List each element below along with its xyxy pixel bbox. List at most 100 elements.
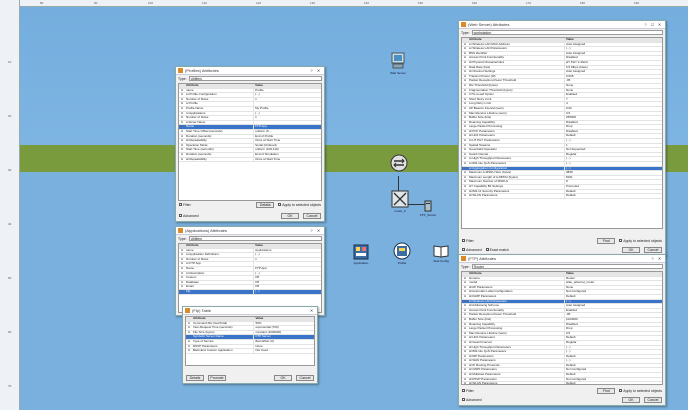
attribute-value[interactable]: Regular bbox=[564, 152, 662, 157]
attribute-value[interactable]: Once at Start Time bbox=[253, 157, 321, 162]
attribute-value[interactable]: HT PHY 2.4GHz bbox=[564, 60, 662, 65]
attribute-value[interactable]: (...) bbox=[253, 271, 321, 276]
attribute-value[interactable]: Disabled bbox=[564, 322, 662, 327]
apply-checkbox[interactable]: Apply to selected objects bbox=[278, 203, 321, 207]
apply-checkbox[interactable]: Apply to selected objects bbox=[619, 389, 662, 393]
dialog-titlebar[interactable]: (Profiles) Attributes ? ✕ bbox=[176, 67, 324, 75]
attribute-value[interactable]: constant (1000000) bbox=[253, 330, 314, 335]
find-button[interactable]: Details bbox=[256, 202, 275, 208]
ok-button[interactable]: OK bbox=[281, 213, 299, 219]
attribute-value[interactable]: Auto Assigned bbox=[564, 70, 662, 74]
attribute-value[interactable]: None bbox=[564, 285, 662, 290]
attribute-grid[interactable]: Attribute Value ⊕ name Applications ⊕ ⊟ Appl… bbox=[178, 243, 322, 313]
advanced-checkbox[interactable]: Advanced bbox=[462, 248, 482, 252]
attribute-value[interactable]: (...) bbox=[564, 345, 662, 350]
attribute-value[interactable]: (...) bbox=[564, 157, 662, 162]
attribute-row[interactable]: ⊕ ⊞ WLAN Parameters Default bbox=[462, 382, 662, 384]
switch-node[interactable] bbox=[388, 154, 410, 175]
close-icon[interactable]: ✕ bbox=[656, 256, 663, 261]
attribute-grid[interactable]: Attribute Value ⊕ Command Mix (Get/Total)… bbox=[185, 316, 315, 366]
attribute-value[interactable]: uniform (5,... bbox=[253, 129, 321, 134]
dialog-titlebar[interactable]: (FTP) Attributes ? ✕ bbox=[459, 255, 665, 263]
attribute-value[interactable]: Not Configured bbox=[564, 377, 662, 382]
router-node[interactable]: router_0 bbox=[389, 190, 411, 213]
attribute-grid[interactable]: Attribute Value ⊕ name Profile ⊕ ⊟ Profile C… bbox=[178, 83, 322, 201]
attribute-value[interactable]: Regular bbox=[564, 340, 662, 345]
attribute-value[interactable]: Router bbox=[564, 276, 662, 281]
attribute-value[interactable]: Not Supported bbox=[564, 148, 662, 152]
ok-button[interactable]: OK bbox=[622, 247, 640, 253]
advanced-checkbox[interactable]: Advanced bbox=[179, 214, 199, 218]
attribute-value[interactable]: 1 bbox=[253, 116, 321, 120]
attribute-value[interactable]: (...) bbox=[564, 162, 662, 166]
attribute-value[interactable]: 0.5 bbox=[564, 331, 662, 336]
maximize-icon[interactable]: ☐ bbox=[649, 22, 656, 27]
help-icon[interactable]: ? bbox=[642, 22, 649, 27]
help-icon[interactable]: ? bbox=[649, 256, 656, 261]
find-button[interactable]: Find bbox=[597, 388, 616, 394]
attribute-value[interactable]: End of Profile bbox=[253, 134, 321, 139]
attribute-value[interactable]: Default bbox=[564, 194, 662, 198]
attribute-value[interactable]: Enabled bbox=[564, 93, 662, 97]
ok-button[interactable]: OK bbox=[274, 375, 292, 381]
application-config-node[interactable]: Application bbox=[352, 244, 370, 265]
attribute-value[interactable]: Default bbox=[564, 189, 662, 194]
attribute-value[interactable]: Off bbox=[253, 276, 321, 280]
attribute-value[interactable]: (...) bbox=[564, 350, 662, 354]
dialog-titlebar[interactable]: (Web Server) Attributes ? ☐ ✕ bbox=[459, 21, 665, 29]
attribute-value[interactable]: FTP Server bbox=[253, 335, 314, 339]
filter-checkbox[interactable]: Filter bbox=[179, 203, 191, 207]
attribute-value[interactable]: Not Configured bbox=[564, 290, 662, 294]
attribute-value[interactable]: Default bbox=[564, 373, 662, 377]
attribute-value[interactable]: wlan_ethernet_router bbox=[564, 281, 662, 285]
attribute-value[interactable]: (...) bbox=[253, 289, 321, 294]
attribute-value[interactable]: 256000 bbox=[564, 116, 662, 120]
dialog-titlebar[interactable]: (Applications) Attributes ? ✕ bbox=[176, 227, 324, 235]
attribute-value[interactable]: (...) bbox=[564, 47, 662, 51]
attribute-value[interactable]: Drop bbox=[564, 327, 662, 331]
attribute-value[interactable]: Promoted bbox=[564, 185, 662, 189]
attribute-value[interactable]: FTP App bbox=[253, 266, 321, 271]
attribute-value[interactable]: -95 bbox=[564, 79, 662, 83]
task-config-node[interactable]: Task Config bbox=[432, 244, 450, 263]
web-server-node[interactable]: Web Server bbox=[388, 52, 408, 75]
attribute-value[interactable]: None bbox=[253, 344, 314, 349]
cancel-button[interactable]: Cancel bbox=[644, 397, 662, 403]
attribute-value[interactable]: Applications bbox=[253, 248, 321, 253]
network-canvas[interactable]: 8090100110120130140150160170180190200 10… bbox=[0, 0, 688, 410]
attribute-value[interactable]: Serial (Ordered) bbox=[253, 143, 321, 148]
attribute-value[interactable]: Auto Assigned bbox=[564, 304, 662, 308]
attribute-value[interactable]: Best Effort (0) bbox=[253, 339, 314, 344]
attribute-value[interactable]: Once at Start Time bbox=[253, 139, 321, 143]
attribute-value[interactable]: 1024000 bbox=[564, 317, 662, 322]
exact-match-checkbox[interactable]: Exact match bbox=[485, 248, 509, 252]
attribute-value[interactable]: Drop bbox=[564, 125, 662, 129]
attribute-value[interactable] bbox=[253, 120, 321, 125]
attribute-row[interactable]: ⊕ Back-End Custom Application Not Used bbox=[186, 349, 314, 354]
close-icon[interactable]: ✕ bbox=[315, 228, 322, 233]
attribute-value[interactable]: Auto Assigned bbox=[564, 51, 662, 56]
attribute-row[interactable]: ⊕ ⊞ Repeatability Once at Start Time bbox=[179, 157, 321, 163]
attribute-value[interactable]: 6.5 Mbps (base) bbox=[564, 65, 662, 70]
promote-button[interactable]: Promote bbox=[208, 375, 226, 381]
attribute-value[interactable]: Disabled bbox=[564, 129, 662, 134]
attribute-value[interactable]: 50% bbox=[253, 321, 314, 326]
attribute-value[interactable]: (...) bbox=[253, 93, 321, 97]
filter-checkbox[interactable]: Filter bbox=[462, 389, 474, 393]
attribute-value[interactable]: 0.5 bbox=[564, 111, 662, 116]
attribute-value[interactable]: Default bbox=[564, 363, 662, 368]
attribute-value[interactable]: 8191 bbox=[564, 175, 662, 180]
attribute-value[interactable] bbox=[253, 262, 321, 266]
attribute-value[interactable]: (...) bbox=[564, 359, 662, 363]
details-button[interactable]: Details bbox=[186, 375, 204, 381]
attribute-value[interactable]: Default bbox=[564, 382, 662, 384]
attribute-value[interactable]: Default bbox=[564, 336, 662, 340]
attribute-value[interactable]: Disabled bbox=[564, 120, 662, 125]
find-button[interactable]: Find bbox=[597, 238, 616, 244]
attribute-value[interactable]: -95 bbox=[564, 313, 662, 317]
attribute-value[interactable]: Disabled bbox=[564, 56, 662, 60]
close-icon[interactable]: ✕ bbox=[308, 308, 315, 313]
attribute-value[interactable]: Default bbox=[564, 354, 662, 359]
attribute-value[interactable]: 4 bbox=[564, 102, 662, 106]
dialog-titlebar[interactable]: (Ftp) Table ✕ bbox=[183, 307, 317, 315]
